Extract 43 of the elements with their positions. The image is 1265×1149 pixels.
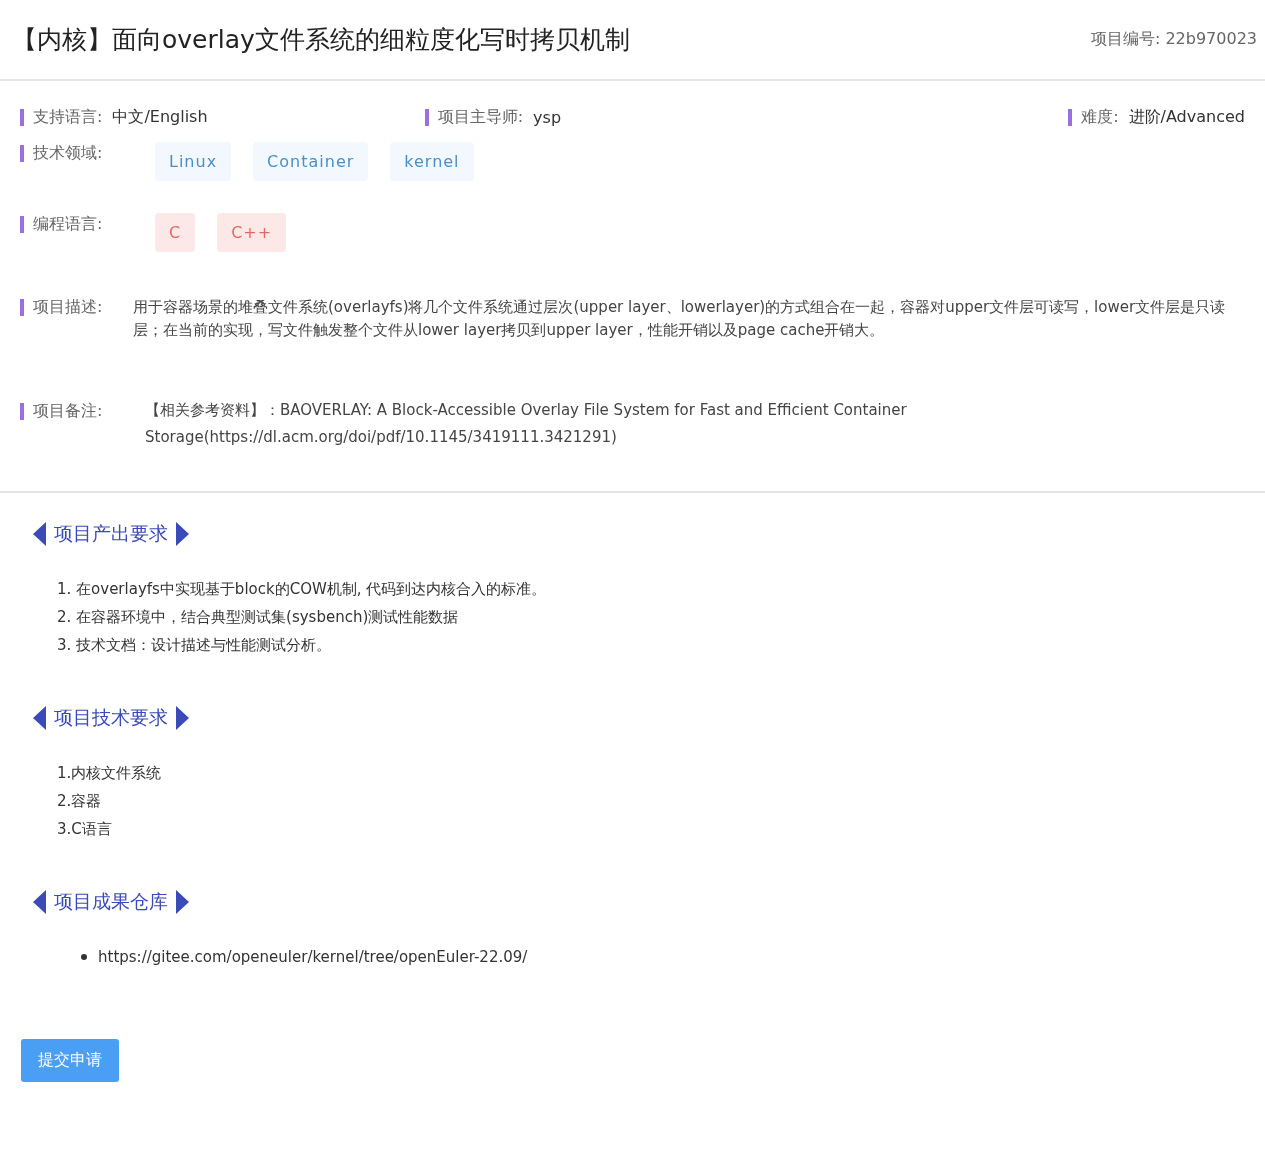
field-label: 难度: <box>1081 107 1119 128</box>
tag: C++ <box>217 213 287 252</box>
triangle-left-icon <box>33 890 46 914</box>
tag: kernel <box>390 142 474 181</box>
label-marker <box>20 144 24 162</box>
description-text: 用于容器场景的堆叠文件系统(overlayfs)将几个文件系统通过层次(upper layer、lowerlayer)的方式组合在一起，容器对upper文件层可读写，lower文件层是只读层；在当前的实现，写文件触发整个文件从lower layer拷贝到upper layer，性能开销以及page cache开销大。 <box>133 297 1227 341</box>
field-label: 技术领域: <box>33 142 103 164</box>
field-value: 进阶/Advanced <box>1128 107 1245 128</box>
repository-link[interactable]: https://gitee.com/openeuler/kernel/tree/openEuler-22.09/ <box>98 943 528 971</box>
field-label: 编程语言: <box>33 213 103 235</box>
list-item: 1.内核文件系统 <box>57 763 163 784</box>
bullet-icon <box>81 954 87 960</box>
field-value: 中文/English <box>112 107 208 128</box>
label-marker <box>20 402 24 420</box>
label-marker <box>1068 109 1073 126</box>
note-text: 【相关参考资料】：BAOVERLAY: A Block-Accessible Overlay File System for Fast and Efficient Container Storage(https://dl.acm.org/doi/pdf/10.1145/3419111.3421291) <box>144 400 908 448</box>
page-title: 【内核】面向overlay文件系统的细粒度化写时拷贝机制 <box>12 24 630 56</box>
field-label: 项目描述: <box>33 296 103 318</box>
list-item: 3. 技术文档：设计描述与性能测试分析。 <box>57 635 333 656</box>
label-marker <box>20 298 24 316</box>
section-title: 项目成果仓库 <box>54 889 168 914</box>
field-value: ysp <box>533 108 562 127</box>
section-title: 项目产出要求 <box>54 521 168 546</box>
project-number: 项目编号: 22b970023 <box>1090 29 1257 50</box>
triangle-right-icon <box>176 890 189 914</box>
tag: C <box>155 213 196 252</box>
field-label: 支持语言: <box>33 107 103 128</box>
triangle-left-icon <box>33 706 46 730</box>
field-label: 项目备注: <box>33 400 103 422</box>
label-marker <box>20 109 24 126</box>
list-item: 2. 在容器环境中，结合典型测试集(sysbench)测试性能数据 <box>57 607 460 628</box>
triangle-right-icon <box>176 706 189 730</box>
tag: Container <box>253 142 369 181</box>
tag: Linux <box>155 142 232 181</box>
triangle-right-icon <box>176 522 189 546</box>
field-label: 项目主导师: <box>437 107 524 128</box>
label-marker <box>20 215 24 233</box>
triangle-left-icon <box>33 522 46 546</box>
list-item: 1. 在overlayfs中实现基于block的COW机制, 代码到达内核合入的标准。 <box>57 579 548 600</box>
list-item: 3.C语言 <box>57 819 113 840</box>
list-item: 2.容器 <box>57 791 103 812</box>
label-marker <box>424 109 429 126</box>
section-title: 项目技术要求 <box>54 705 168 730</box>
